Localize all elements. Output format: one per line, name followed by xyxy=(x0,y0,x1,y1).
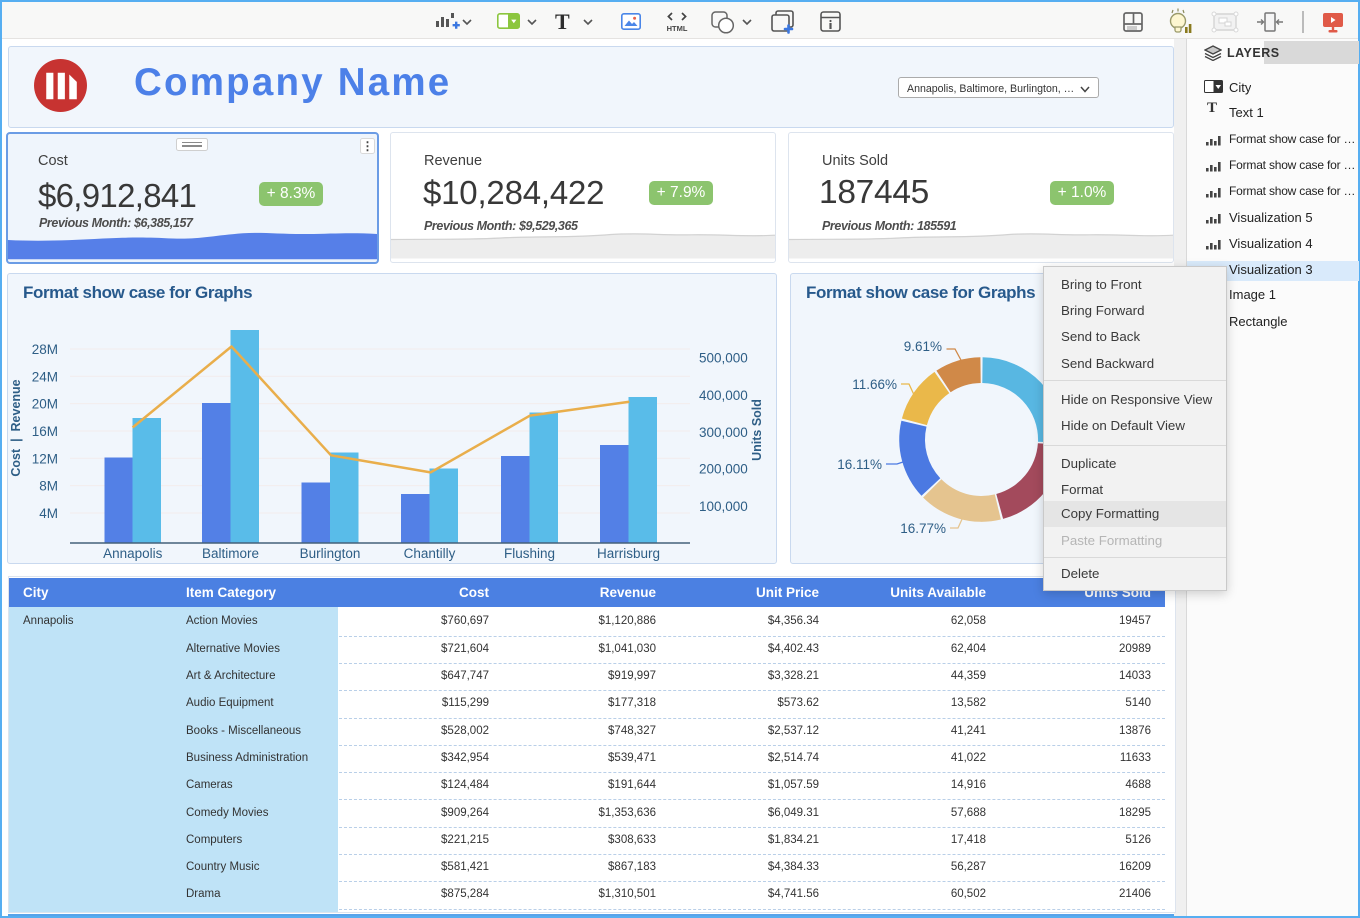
svg-text:HTML: HTML xyxy=(667,24,688,33)
